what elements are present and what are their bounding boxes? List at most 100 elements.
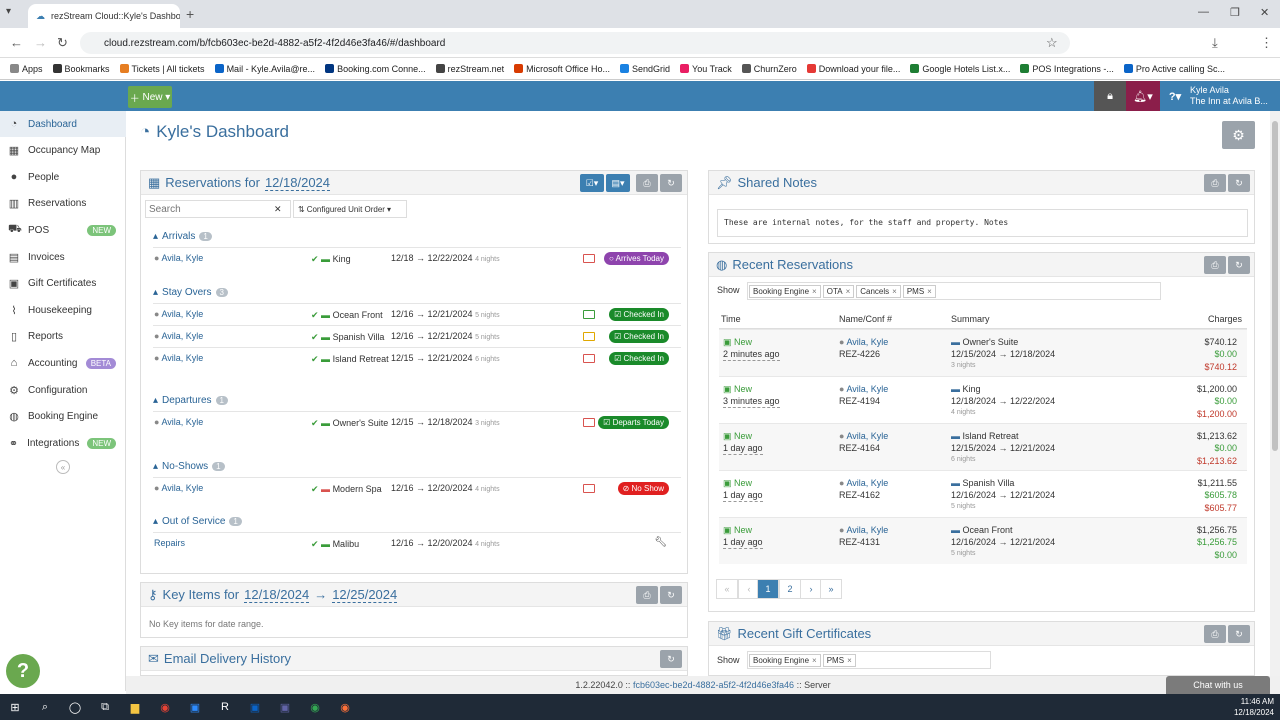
new-tab-icon[interactable]: +	[186, 6, 194, 22]
recent-print-button[interactable]: ⎙	[1204, 256, 1226, 274]
url-field[interactable]: cloud.rezstream.com/b/fcb603ec-be2d-4882…	[80, 32, 1070, 54]
menu-dots-icon[interactable]: ⋮	[1260, 35, 1273, 51]
refresh-button[interactable]: ↻	[660, 174, 682, 192]
rezstream-icon[interactable]: R	[210, 694, 240, 720]
task-view-icon[interactable]: ◯	[60, 694, 90, 720]
bookmark-item[interactable]: Pro Active calling Sc...	[1123, 64, 1225, 74]
group-header[interactable]: ▴ Arrivals 1	[153, 231, 212, 242]
forward-icon[interactable]: →	[34, 35, 47, 50]
sidebar-item-reservations[interactable]: ▥ Reservations	[0, 191, 126, 217]
browser-tab[interactable]: ☁ rezStream Cloud::Kyle's Dashbo ✕	[28, 4, 180, 28]
bookmark-item[interactable]: Google Hotels List.x...	[910, 64, 1010, 74]
bell-icon[interactable]: 🔔︎▾	[1126, 81, 1160, 111]
bookmark-item[interactable]: Microsoft Office Ho...	[514, 64, 610, 74]
gift-refresh-button[interactable]: ↻	[1228, 625, 1250, 643]
column-header[interactable]: Summary	[951, 314, 990, 324]
chat-button[interactable]: Chat with us	[1166, 676, 1270, 694]
outlook-icon[interactable]: ▣	[240, 694, 270, 720]
table-row[interactable]: ▣ New 3 minutes ago ● Avila, Kyle REZ-4194 ▬…	[719, 376, 1247, 423]
guest-link[interactable]: ● Avila, Kyle	[839, 336, 888, 348]
close-window-icon[interactable]: ✕	[1260, 6, 1269, 19]
key-items-to[interactable]: 12/25/2024	[332, 587, 398, 603]
clear-icon[interactable]: ✕	[274, 204, 282, 215]
key-items-from[interactable]: 12/18/2024	[244, 587, 310, 603]
sidebar-item-invoices[interactable]: ▤ Invoices	[0, 244, 126, 270]
email-refresh-button[interactable]: ↻	[660, 650, 682, 668]
column-header[interactable]: Name/Conf #	[839, 314, 892, 324]
guest-link[interactable]: ● Avila, Kyle	[839, 477, 888, 489]
guest-link[interactable]: ● Avila, Kyle	[154, 417, 203, 427]
remove-filter-icon[interactable]: ×	[847, 656, 852, 665]
table-row[interactable]: ▣ New 1 day ago ● Avila, Kyle REZ-4162 ▬ Spa…	[719, 470, 1247, 517]
table-row[interactable]: ● Avila, Kyle ✔ ▬ Island Retreat 12/15 → 1…	[153, 347, 681, 379]
reservations-date[interactable]: 12/18/2024	[264, 175, 331, 191]
file-explorer-icon[interactable]: ▆	[120, 694, 150, 720]
table-row[interactable]: ● Avila, Kyle ✔ ▬ Ocean Front 12/16 → 12/2…	[153, 303, 681, 325]
group-header[interactable]: ▴ Stay Overs 3	[153, 287, 228, 298]
wrench-icon[interactable]: 🔧︎	[654, 537, 667, 548]
table-row[interactable]: ● Avila, Kyle ✔ ▬ Modern Spa 12/16 → 12/20…	[153, 477, 681, 499]
remove-filter-icon[interactable]: ×	[812, 656, 817, 665]
remove-filter-icon[interactable]: ×	[812, 287, 817, 296]
money-icon[interactable]	[583, 332, 595, 341]
help-bubble-button[interactable]: ?	[6, 654, 40, 688]
guest-link[interactable]: ● Avila, Kyle	[839, 430, 888, 442]
settings-button[interactable]: ⚙	[1222, 121, 1255, 149]
page-button[interactable]: 2	[779, 579, 801, 599]
sidebar-item-housekeeping[interactable]: ⌇ Housekeeping	[0, 297, 126, 323]
guest-link[interactable]: ● Avila, Kyle	[839, 383, 888, 395]
print-button[interactable]: ⎙	[636, 174, 658, 192]
tab-menu-icon[interactable]: ▾	[6, 6, 11, 17]
sidebar-item-accounting[interactable]: ⌂ Accounting BETA	[0, 350, 126, 376]
filter-tag[interactable]: Cancels ×	[856, 284, 901, 298]
zoom-icon[interactable]: ▣	[180, 694, 210, 720]
reload-icon[interactable]: ↻	[57, 35, 68, 51]
bookmark-item[interactable]: Tickets | All tickets	[119, 64, 205, 74]
bookmark-item[interactable]: Mail - Kyle.Avila@re...	[214, 64, 315, 74]
gift-filter-box[interactable]: Booking Engine × PMS ×	[747, 651, 991, 669]
guest-link[interactable]: ● Avila, Kyle	[839, 524, 888, 536]
checklist-button[interactable]: ☑▾	[580, 174, 604, 192]
scrollbar[interactable]	[1270, 111, 1280, 676]
search-icon[interactable]: ⌕	[30, 694, 60, 720]
document-button[interactable]: ▤▾	[606, 174, 630, 192]
bookmark-item[interactable]: POS Integrations -...	[1020, 64, 1114, 74]
remove-filter-icon[interactable]: ×	[927, 287, 932, 296]
minimize-icon[interactable]: —	[1198, 6, 1209, 18]
sidebar-item-people[interactable]: ● People	[0, 164, 126, 190]
bookmark-item[interactable]: SendGrid	[620, 64, 670, 74]
group-header[interactable]: ▴ No-Shows 1	[153, 461, 225, 472]
guest-link[interactable]: ● Avila, Kyle	[154, 353, 203, 363]
filter-tag[interactable]: PMS ×	[822, 653, 856, 667]
bookmark-item[interactable]: Download your file...	[806, 64, 900, 74]
sidebar-item-configuration[interactable]: ⚙ Configuration	[0, 377, 126, 403]
table-row[interactable]: ● Avila, Kyle ✔ ▬ King 12/18 → 12/22/2024 …	[153, 247, 681, 269]
scroll-thumb[interactable]	[1272, 121, 1278, 451]
table-row[interactable]: ● Avila, Kyle ✔ ▬ Spanish Villa 12/16 → 12…	[153, 325, 681, 347]
chrome-active-icon[interactable]: ◉	[300, 694, 330, 720]
money-icon[interactable]	[583, 310, 595, 319]
notes-refresh-button[interactable]: ↻	[1228, 174, 1250, 192]
filter-tag[interactable]: OTA ×	[822, 284, 855, 298]
sidebar-item-gift-certificates[interactable]: ▣ Gift Certificates	[0, 271, 126, 297]
filter-box[interactable]: Booking Engine × OTA × Cancels × PMS ×	[747, 282, 1161, 300]
filter-tag[interactable]: PMS ×	[902, 284, 936, 298]
bookmark-item[interactable]: Booking.com Conne...	[325, 64, 426, 74]
windows-start-icon[interactable]: ⊞	[0, 694, 30, 720]
sidebar-item-reports[interactable]: ▯ Reports	[0, 324, 126, 350]
bookmark-item[interactable]: Bookmarks	[52, 64, 110, 74]
guest-link[interactable]: ● Avila, Kyle	[154, 309, 203, 319]
help-icon[interactable]: ?▾	[1160, 81, 1190, 111]
recent-refresh-button[interactable]: ↻	[1228, 256, 1250, 274]
new-button[interactable]: ＋ New ▾	[128, 86, 172, 108]
sidebar-item-occupancy-map[interactable]: ▦ Occupancy Map	[0, 138, 126, 164]
column-header[interactable]: Charges	[1208, 314, 1242, 324]
guest-link[interactable]: ● Avila, Kyle	[154, 253, 203, 263]
filter-tag[interactable]: Booking Engine ×	[749, 653, 821, 667]
table-row[interactable]: ▣ New 1 day ago ● Avila, Kyle REZ-4131 ▬ Oce…	[719, 517, 1247, 564]
sidebar-item-dashboard[interactable]: ◔ Dashboard	[0, 111, 126, 137]
filter-tag[interactable]: Booking Engine ×	[749, 284, 821, 298]
bookmark-item[interactable]: Apps	[10, 64, 43, 74]
remove-filter-icon[interactable]: ×	[846, 287, 851, 296]
page-button[interactable]: «	[716, 579, 738, 599]
